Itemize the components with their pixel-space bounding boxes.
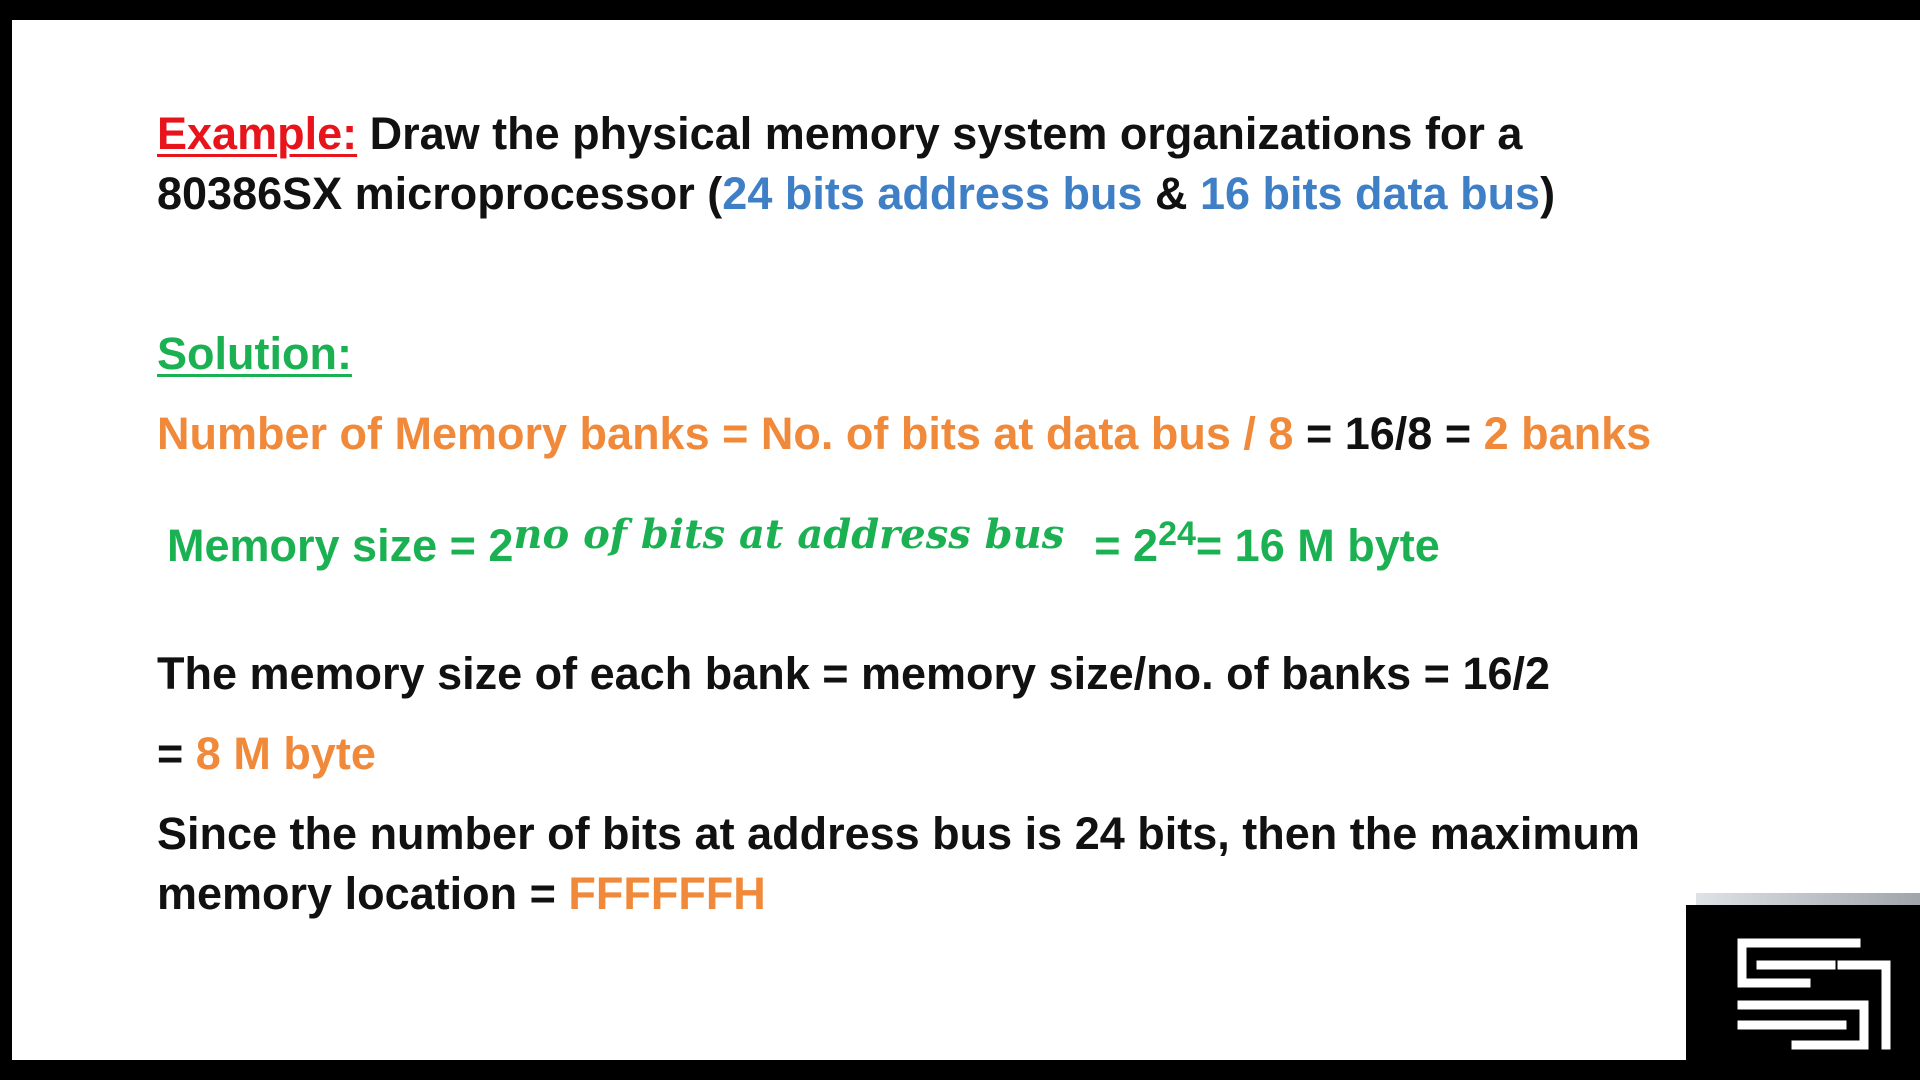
ampersand: & [1142,168,1200,219]
bank-size-text: The memory size of each bank = memory si… [157,648,1551,699]
example-text-1: Draw the physical memory system organiza… [357,108,1523,159]
bank-size-result-line: = 8 M byte [157,728,376,780]
data-bus-text: 16 bits data bus [1199,168,1541,219]
example-label: Example: [157,108,358,159]
max-location-line-2: memory location = FFFFFFH [157,868,766,920]
logo-bar [1696,893,1920,905]
bottom-bar [0,1060,1920,1080]
logo-box [1686,905,1920,1060]
example-line-1: Example: Draw the physical memory system… [157,108,1522,160]
banks-calc: = 16/8 = [1293,408,1484,459]
max-location-text-1: Since the number of bits at address bus … [157,808,1640,859]
memory-size-exp2: 24 [1158,515,1196,553]
example-text-2: 80386SX microprocessor ( [157,168,723,219]
maze-logo-icon [1737,938,1891,1050]
banks-line: Number of Memory banks = No. of bits at … [157,408,1651,460]
memory-size-exponent: no of bits at address bus [513,511,1065,558]
max-location-value: FFFFFFH [568,868,766,919]
bank-size-result: 8 M byte [195,728,376,779]
bank-size-eq: = [157,728,196,779]
solution-heading: Solution: [157,328,352,380]
banks-formula: Number of Memory banks = No. of bits at … [157,408,1294,459]
memory-size-label: Memory size = 2 [167,520,514,571]
banks-result: 2 banks [1483,408,1652,459]
max-location-line-1: Since the number of bits at address bus … [157,808,1640,860]
address-bus-text: 24 bits address bus [722,168,1143,219]
close-paren: ) [1540,168,1556,219]
memory-size-eq: = 2 [1094,520,1159,571]
max-location-text-2: memory location = [157,868,569,919]
bank-size-line: The memory size of each bank = memory si… [157,648,1550,700]
memory-size-line: Memory size = 2no of bits at address bus… [167,512,1440,572]
slide: Example: Draw the physical memory system… [12,20,1920,1060]
example-line-2: 80386SX microprocessor (24 bits address … [157,168,1555,220]
solution-label: Solution: [157,328,352,379]
memory-size-result: = 16 M byte [1195,520,1440,571]
